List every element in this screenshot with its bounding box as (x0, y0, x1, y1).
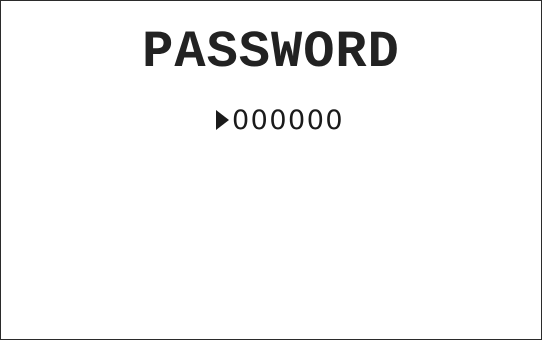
screen-title: PASSWORD (142, 23, 400, 82)
triangle-right-icon (216, 110, 229, 130)
password-entry[interactable]: 000000 (216, 105, 344, 135)
lcd-screen: PASSWORD 000000 (0, 0, 542, 340)
password-digits[interactable]: 000000 (232, 107, 344, 134)
